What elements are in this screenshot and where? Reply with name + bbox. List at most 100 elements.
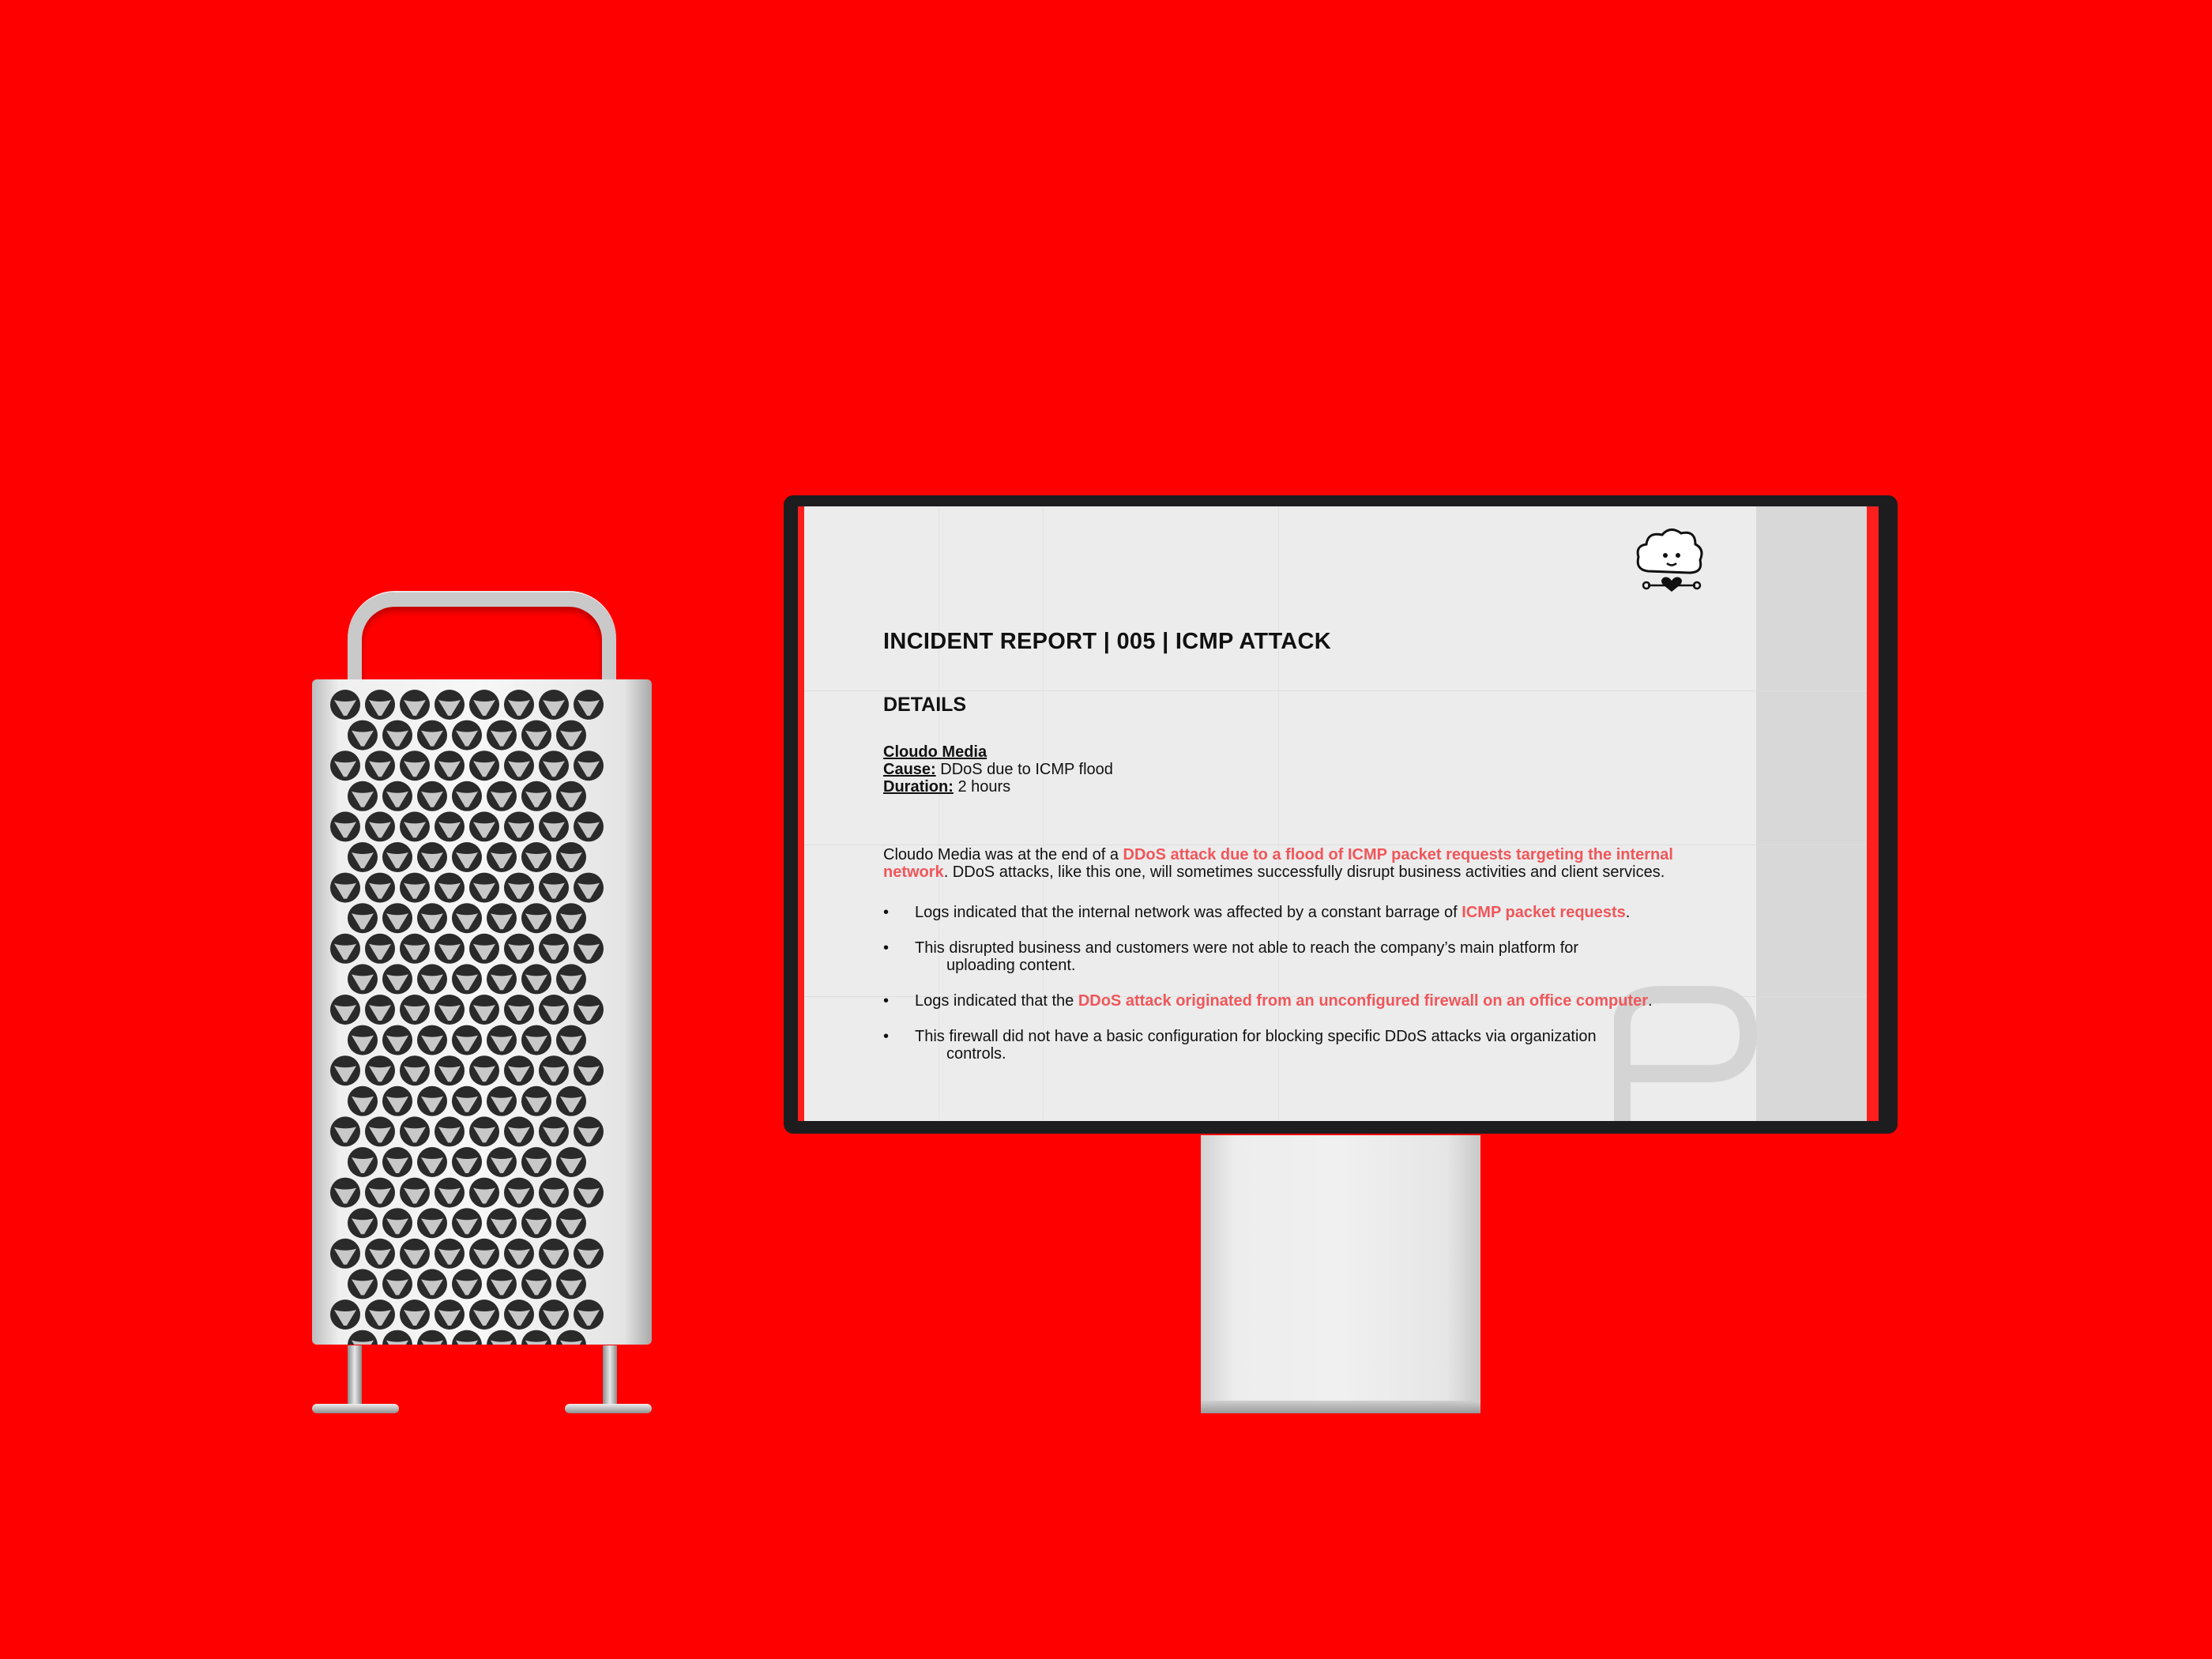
grille-hole bbox=[539, 1177, 569, 1208]
tower-leg-right bbox=[603, 1345, 617, 1407]
grille-hole bbox=[521, 1208, 551, 1239]
grille-hole bbox=[400, 1238, 430, 1269]
grille-hole bbox=[452, 1147, 482, 1177]
grille-hole bbox=[330, 811, 360, 842]
grille-hole bbox=[469, 690, 499, 720]
grille-hole bbox=[400, 1177, 430, 1208]
report-title: INCIDENT REPORT | 005 | ICMP ATTACK bbox=[883, 629, 1332, 654]
tower-grille bbox=[312, 679, 652, 1345]
grille-hole bbox=[348, 964, 378, 995]
grille-hole bbox=[417, 781, 447, 811]
grille-hole bbox=[382, 1269, 412, 1300]
grille-hole bbox=[504, 995, 534, 1025]
grille-hole bbox=[434, 750, 465, 781]
grille-hole bbox=[556, 903, 586, 934]
grille-hole bbox=[400, 811, 430, 842]
grille-hole bbox=[400, 933, 430, 964]
grille-hole bbox=[330, 1177, 360, 1208]
grille-hole bbox=[469, 1238, 499, 1269]
grille-hole bbox=[348, 842, 378, 872]
grille-hole bbox=[556, 1025, 586, 1055]
grille-hole bbox=[348, 1330, 378, 1345]
grille-hole bbox=[382, 903, 412, 934]
grille-hole bbox=[365, 811, 395, 842]
section-heading: DETAILS bbox=[883, 694, 967, 716]
grille-hole bbox=[574, 690, 604, 720]
grille-hole bbox=[504, 1238, 534, 1269]
cause-label: Cause: bbox=[883, 761, 936, 778]
grille-hole bbox=[417, 842, 447, 872]
grille-hole bbox=[469, 1300, 499, 1330]
grille-hole bbox=[469, 750, 499, 781]
finding-item: • Logs indicated that the internal networ… bbox=[883, 904, 1736, 921]
grille-hole bbox=[452, 1330, 482, 1345]
finding-text: This disrupted business and customers we… bbox=[915, 939, 1579, 957]
grille-hole bbox=[556, 1147, 586, 1177]
grille-hole bbox=[348, 1025, 378, 1055]
grille-hole bbox=[574, 1177, 604, 1208]
grille-hole bbox=[469, 933, 499, 964]
grille-hole bbox=[348, 720, 378, 750]
grille-hole bbox=[574, 1300, 604, 1330]
grille-hole bbox=[365, 1238, 395, 1269]
grille-hole bbox=[504, 690, 534, 720]
grille-hole bbox=[469, 995, 499, 1025]
grille-hole bbox=[487, 1269, 517, 1300]
grille-hole bbox=[521, 720, 551, 750]
grille-hole bbox=[365, 690, 395, 720]
grille-hole bbox=[487, 903, 517, 934]
finding-item: • This firewall did not have a basic conf… bbox=[883, 1028, 1736, 1063]
grille-hole bbox=[521, 1025, 551, 1055]
tower-foot-right bbox=[565, 1404, 652, 1413]
grille-hole bbox=[330, 995, 360, 1025]
grille-hole bbox=[574, 750, 604, 781]
grille-hole bbox=[452, 842, 482, 872]
grille-hole bbox=[469, 1055, 499, 1086]
grille-hole bbox=[452, 964, 482, 995]
grille-hole bbox=[434, 1055, 465, 1086]
incident-meta: Cloudo Media Cause: DDoS due to ICMP flo… bbox=[883, 743, 1113, 796]
grille-hole bbox=[434, 995, 465, 1025]
grille-hole bbox=[504, 1300, 534, 1330]
grille-hole bbox=[504, 933, 534, 964]
finding-text: This firewall did not have a basic confi… bbox=[915, 1028, 1597, 1045]
tower-computer bbox=[312, 592, 656, 1418]
finding-continuation: controls. bbox=[946, 1045, 1006, 1063]
grille-hole bbox=[556, 720, 586, 750]
grille-hole bbox=[382, 1330, 412, 1345]
grille-hole bbox=[417, 1085, 447, 1116]
grille-hole bbox=[539, 872, 569, 903]
grille-hole bbox=[400, 1116, 430, 1147]
grille-hole bbox=[574, 811, 604, 842]
grille-hole bbox=[400, 690, 430, 720]
finding-text: . bbox=[1625, 904, 1631, 921]
grille-hole bbox=[348, 1147, 378, 1177]
summary-text: . DDoS attacks, like this one, will some… bbox=[943, 863, 1665, 881]
grille-hole bbox=[504, 750, 534, 781]
grille-hole bbox=[400, 872, 430, 903]
report-slide: INCIDENT REPORT | 005 | ICMP ATTACK DETA… bbox=[804, 506, 1867, 1121]
grille-hole bbox=[400, 1300, 430, 1330]
grille-hole bbox=[365, 1177, 395, 1208]
grille-hole bbox=[556, 964, 586, 995]
grille-hole bbox=[348, 781, 378, 811]
grille-hole bbox=[348, 903, 378, 934]
grille-hole bbox=[521, 1147, 551, 1177]
grille-hole bbox=[365, 995, 395, 1025]
grille-hole bbox=[417, 1208, 447, 1239]
grille-hole bbox=[487, 1085, 517, 1116]
summary-text: Cloudo Media was at the end of a bbox=[883, 846, 1123, 863]
grille-hole bbox=[382, 964, 412, 995]
grille-hole bbox=[539, 1238, 569, 1269]
grille-hole bbox=[521, 903, 551, 934]
tower-leg-left bbox=[348, 1345, 362, 1407]
grille-hole bbox=[452, 1208, 482, 1239]
grille-hole bbox=[452, 1025, 482, 1055]
grille-hole bbox=[330, 1300, 360, 1330]
monitor-stand-base bbox=[1201, 1401, 1480, 1413]
bullet-icon: • bbox=[883, 939, 890, 957]
grille-hole bbox=[574, 872, 604, 903]
grille-hole bbox=[574, 933, 604, 964]
grille-hole bbox=[417, 1269, 447, 1300]
grille-hole bbox=[556, 1085, 586, 1116]
